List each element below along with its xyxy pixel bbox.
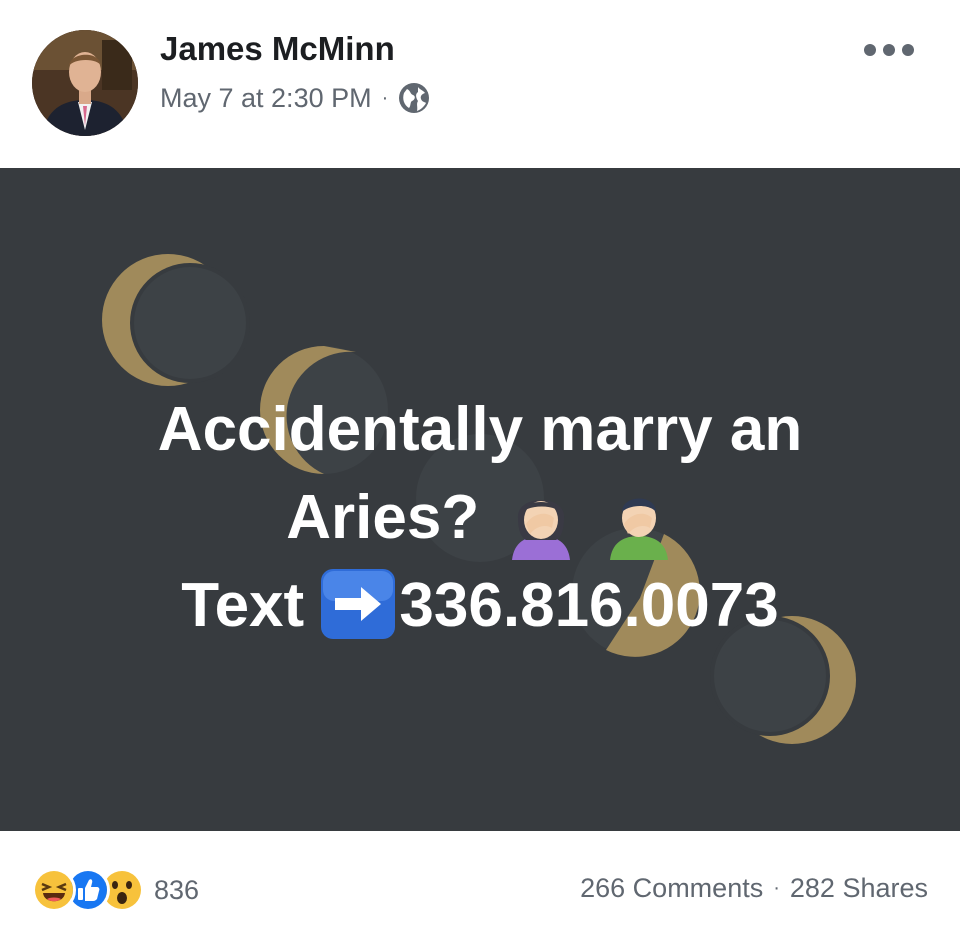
reaction-count: 836 (154, 874, 200, 905)
post-text-line-2: Aries? (0, 474, 960, 562)
post-text-aries: Aries? (286, 483, 480, 552)
shares-count-link[interactable]: 282 Shares (790, 873, 928, 904)
author-avatar[interactable] (32, 30, 138, 136)
woman-facepalming-emoji (512, 499, 571, 560)
post-text: Accidentally marry an Aries? Text 336.81… (0, 386, 960, 650)
dot (864, 44, 876, 56)
right-arrow-emoji (321, 568, 396, 639)
author-name[interactable]: James McMinn (160, 30, 395, 68)
phone-number[interactable]: 336.816.0073 (399, 571, 778, 640)
post-stats: 266 Comments · 282 Shares (580, 873, 928, 904)
haha-icon (32, 868, 76, 912)
post-text-prefix: Text (181, 571, 305, 640)
dot (902, 44, 914, 56)
dot (883, 44, 895, 56)
meta-separator: · (381, 86, 389, 109)
post-meta: May 7 at 2:30 PM · (160, 82, 430, 114)
comments-count-link[interactable]: 266 Comments (580, 873, 763, 904)
post-text-line-1: Accidentally marry an (157, 395, 803, 464)
post-timestamp[interactable]: May 7 at 2:30 PM (160, 83, 372, 114)
man-facepalming-emoji (609, 498, 668, 560)
post-header: James McMinn May 7 at 2:30 PM · (0, 0, 960, 168)
stats-separator: · (773, 877, 780, 899)
more-options-icon[interactable] (864, 38, 914, 62)
post-text-line-3: Text 336.816.0073 (0, 562, 960, 650)
globe-icon[interactable] (398, 82, 430, 114)
post-footer: 836 266 Comments · 282 Shares (0, 831, 960, 933)
reactions-summary[interactable]: 836 (32, 868, 199, 912)
moon-1 (102, 254, 250, 386)
post-image[interactable]: Accidentally marry an Aries? Text 336.81… (0, 168, 960, 831)
